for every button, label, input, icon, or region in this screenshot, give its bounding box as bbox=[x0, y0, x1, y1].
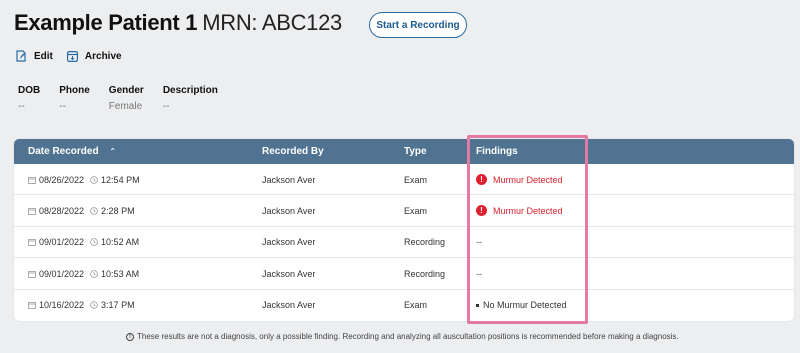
info-value: Female bbox=[108, 101, 143, 112]
recorded-by-cell: Jackson Aver bbox=[262, 300, 316, 311]
patient-header: Example Patient 1 MRN: ABC123 bbox=[14, 10, 342, 36]
findings-cell: No Murmur Detected bbox=[476, 290, 567, 321]
calendar-icon bbox=[28, 270, 36, 278]
table-row[interactable]: 09/01/2022 10:52 AM Jackson Aver Recording -… bbox=[14, 227, 794, 259]
type-cell: Exam bbox=[404, 174, 428, 185]
patient-info: DOB -- Phone -- Gender Female Descriptio… bbox=[18, 85, 237, 112]
info-label: Description bbox=[162, 85, 218, 96]
patient-mrn: MRN: ABC123 bbox=[202, 10, 342, 35]
calendar-icon bbox=[28, 176, 36, 184]
table-row[interactable]: 08/26/2022 12:54 PM Jackson Aver Exam! Murmu… bbox=[14, 164, 794, 196]
calendar-icon bbox=[28, 207, 36, 215]
findings-cell: ! Murmur Detected bbox=[476, 164, 563, 195]
type-cell: Exam bbox=[404, 205, 428, 216]
recordings-table: Date Recorded ⌃ Recorded By Type Finding… bbox=[14, 139, 794, 321]
archive-icon bbox=[66, 50, 78, 62]
column-recorded-by[interactable]: Recorded By bbox=[262, 139, 324, 164]
edit-button[interactable]: Edit bbox=[16, 50, 53, 62]
column-date-recorded[interactable]: Date Recorded ⌃ bbox=[28, 139, 116, 164]
clock-icon bbox=[90, 207, 98, 215]
bullet-icon bbox=[476, 303, 479, 307]
recorded-by-cell: Jackson Aver bbox=[262, 205, 316, 216]
date-cell: 09/01/2022 10:53 AM bbox=[28, 258, 139, 289]
archive-label: Archive bbox=[84, 50, 122, 62]
time-text: 10:52 AM bbox=[101, 237, 140, 248]
calendar-icon bbox=[28, 301, 36, 309]
info-label: DOB bbox=[18, 85, 41, 96]
clock-icon bbox=[90, 175, 98, 184]
info-value: -- bbox=[162, 101, 170, 112]
date-text: 08/28/2022 bbox=[39, 205, 85, 216]
recorded-by-cell: Jackson Aver bbox=[262, 268, 316, 279]
calendar-icon bbox=[28, 238, 36, 247]
type-cell: Exam bbox=[404, 300, 428, 311]
recorded-by-cell: Jackson Aver bbox=[262, 174, 316, 185]
disclaimer: ! These results are not a diagnosis, onl… bbox=[126, 332, 679, 341]
date-text: 10/16/2022 bbox=[39, 300, 85, 311]
sort-ascending-icon[interactable]: ⌃ bbox=[109, 147, 116, 156]
info-gender: Gender Female bbox=[109, 85, 144, 112]
time-text: 12:54 PM bbox=[101, 174, 140, 185]
info-icon: ! bbox=[126, 332, 134, 341]
column-findings[interactable]: Findings bbox=[476, 139, 518, 164]
date-cell: 08/28/2022 2:28 PM bbox=[28, 195, 135, 226]
info-phone: Phone -- bbox=[59, 85, 90, 112]
info-value: -- bbox=[18, 101, 25, 112]
date-text: 09/01/2022 bbox=[39, 268, 85, 279]
findings-cell: -- bbox=[476, 227, 482, 258]
table-header: Date Recorded ⌃ Recorded By Type Finding… bbox=[14, 139, 794, 164]
findings-cell: -- bbox=[476, 258, 482, 289]
column-type[interactable]: Type bbox=[404, 139, 427, 164]
edit-icon bbox=[16, 50, 26, 62]
table-row[interactable]: 09/01/2022 10:53 AM Jackson Aver Recording -… bbox=[14, 258, 794, 290]
table-body: 08/26/2022 12:54 PM Jackson Aver Exam! Murmu… bbox=[14, 164, 794, 321]
date-cell: 09/01/2022 10:52 AM bbox=[28, 227, 139, 258]
finding-text: -- bbox=[476, 237, 482, 248]
type-cell: Recording bbox=[404, 237, 446, 248]
info-label: Phone bbox=[59, 85, 90, 96]
recorded-by-cell: Jackson Aver bbox=[262, 237, 316, 248]
info-label: Gender bbox=[108, 85, 144, 96]
date-text: 08/26/2022 bbox=[39, 174, 85, 185]
info-description: Description -- bbox=[163, 85, 218, 112]
archive-button[interactable]: Archive bbox=[66, 50, 122, 62]
type-cell: Recording bbox=[404, 268, 446, 279]
alert-icon: ! bbox=[476, 205, 487, 217]
edit-label: Edit bbox=[34, 50, 53, 62]
column-label: Date Recorded bbox=[28, 146, 99, 158]
clock-icon bbox=[90, 301, 98, 309]
finding-text: -- bbox=[476, 268, 482, 279]
time-text: 2:28 PM bbox=[101, 205, 135, 216]
start-recording-button[interactable]: Start a Recording bbox=[369, 12, 467, 38]
clock-icon bbox=[90, 269, 98, 278]
finding-text: Murmur Detected bbox=[493, 174, 563, 185]
disclaimer-text: These results are not a diagnosis, only … bbox=[137, 332, 679, 341]
table-row[interactable]: 10/16/2022 3:17 PM Jackson Aver Exam No Murm… bbox=[14, 290, 794, 321]
date-text: 09/01/2022 bbox=[39, 237, 85, 248]
findings-cell: ! Murmur Detected bbox=[476, 195, 563, 226]
finding-text: Murmur Detected bbox=[493, 205, 563, 216]
alert-icon: ! bbox=[476, 174, 487, 185]
clock-icon bbox=[90, 238, 98, 247]
finding-text: No Murmur Detected bbox=[483, 300, 567, 311]
info-dob: DOB -- bbox=[18, 85, 40, 112]
date-cell: 08/26/2022 12:54 PM bbox=[28, 164, 140, 195]
time-text: 3:17 PM bbox=[101, 300, 135, 311]
time-text: 10:53 AM bbox=[101, 268, 140, 279]
date-cell: 10/16/2022 3:17 PM bbox=[28, 290, 135, 321]
table-row[interactable]: 08/28/2022 2:28 PM Jackson Aver Exam! Murmur… bbox=[14, 195, 794, 227]
patient-actions: Edit Archive bbox=[16, 50, 136, 62]
patient-name: Example Patient 1 bbox=[14, 10, 198, 35]
info-value: -- bbox=[59, 101, 66, 112]
